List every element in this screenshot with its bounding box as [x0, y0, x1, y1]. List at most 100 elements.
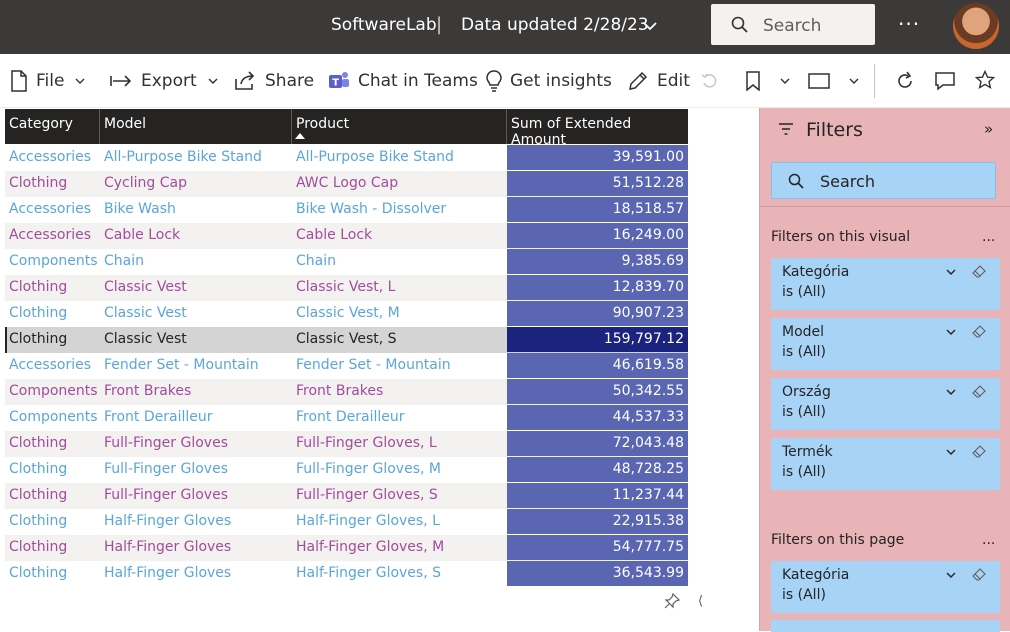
filter-search-input[interactable]: Search — [771, 162, 996, 199]
filter-card[interactable]: Kategória is (All) — [771, 258, 1000, 310]
workspace-name[interactable]: SoftwareLab — [331, 15, 437, 35]
document-icon — [11, 70, 27, 92]
visual-header-icon-partial[interactable]: ⟨ — [698, 594, 703, 609]
clear-filter-icon[interactable] — [972, 265, 986, 279]
cell-amount: 36,543.99 — [507, 561, 688, 586]
table-row[interactable]: Clothing Classic Vest Classic Vest, L 12,83… — [5, 275, 688, 301]
header-category[interactable]: Category — [9, 116, 73, 132]
cell-model: Full-Finger Gloves — [104, 487, 228, 503]
toolbar-divider — [874, 64, 875, 98]
edit-button[interactable]: Edit — [627, 67, 690, 95]
column-divider[interactable] — [291, 109, 292, 144]
chevron-down-icon — [208, 78, 218, 84]
refresh-icon[interactable] — [895, 71, 915, 91]
table-row[interactable]: Clothing Half-Finger Gloves Half-Finger Gl… — [5, 509, 688, 535]
view-button[interactable] — [808, 67, 868, 95]
table-row[interactable]: Clothing Full-Finger Gloves Full-Finger Gl… — [5, 457, 688, 483]
chevron-down-icon[interactable] — [945, 386, 957, 398]
cell-model: All-Purpose Bike Stand — [104, 149, 262, 165]
cell-category: Clothing — [9, 175, 68, 191]
cell-model: Full-Finger Gloves — [104, 435, 228, 451]
chevron-down-icon[interactable] — [945, 326, 957, 338]
cell-product: Classic Vest, M — [296, 305, 400, 321]
section-more-options[interactable]: ... — [982, 532, 995, 548]
lightbulb-icon — [486, 70, 502, 92]
collapse-pane-icon[interactable]: » — [984, 120, 993, 138]
table-row[interactable]: Components Chain Chain 9,385.69 — [5, 249, 688, 275]
cell-product: Classic Vest, S — [296, 331, 397, 347]
table-row[interactable]: Clothing Half-Finger Gloves Half-Finger Gl… — [5, 535, 688, 561]
sort-ascending-icon[interactable] — [295, 133, 305, 139]
search-icon — [731, 16, 748, 33]
clear-filter-icon[interactable] — [972, 445, 986, 459]
share-label: Share — [265, 71, 315, 91]
cell-category: Components — [9, 383, 98, 399]
table-row[interactable]: Clothing Full-Finger Gloves Full-Finger Gl… — [5, 483, 688, 509]
filter-condition: is (All) — [782, 587, 826, 603]
table-row[interactable]: Clothing Half-Finger Gloves Half-Finger Gl… — [5, 561, 688, 587]
cell-product: Front Derailleur — [296, 409, 405, 425]
table-row[interactable]: Accessories Cable Lock Cable Lock 16,249.00 — [5, 223, 688, 249]
table-row[interactable]: Clothing Classic Vest Classic Vest, S 159,7… — [5, 327, 688, 353]
cell-product: Cable Lock — [296, 227, 373, 243]
comment-icon[interactable] — [934, 71, 956, 91]
clear-filter-icon[interactable] — [972, 325, 986, 339]
chevron-down-icon[interactable] — [945, 569, 957, 581]
cell-model: Classic Vest — [104, 279, 187, 295]
file-menu-button[interactable]: File — [10, 67, 94, 95]
clear-filter-icon[interactable] — [972, 385, 986, 399]
header-product[interactable]: Product — [296, 116, 349, 132]
chevron-down-icon — [849, 78, 859, 84]
cell-category: Clothing — [9, 539, 68, 555]
data-updated-label[interactable]: Data updated 2/28/23 — [461, 15, 649, 35]
filter-card[interactable]: Kategória is (All) — [771, 561, 1000, 613]
table-row[interactable]: Clothing Classic Vest Classic Vest, M 90,90… — [5, 301, 688, 327]
search-placeholder: Search — [763, 16, 822, 36]
more-options-icon[interactable]: ··· — [898, 12, 920, 36]
cell-amount: 22,915.38 — [507, 509, 688, 534]
chat-in-teams-button[interactable]: T Chat in Teams — [328, 67, 478, 95]
filter-card[interactable]: Ország is (All) — [771, 378, 1000, 430]
table-row[interactable]: Components Front Brakes Front Brakes 50,342… — [5, 379, 688, 405]
table-row[interactable]: Clothing Full-Finger Gloves Full-Finger Gl… — [5, 431, 688, 457]
filter-condition: is (All) — [782, 404, 826, 420]
filter-card[interactable]: Model is (All) — [771, 318, 1000, 370]
table-row[interactable]: Accessories All-Purpose Bike Stand All-Pur… — [5, 145, 688, 171]
clear-filter-icon[interactable] — [972, 568, 986, 582]
cell-model: Classic Vest — [104, 331, 187, 347]
table-row[interactable]: Accessories Bike Wash Bike Wash - Dissolve… — [5, 197, 688, 223]
export-arrow-icon — [110, 75, 132, 87]
header-amount[interactable]: Sum of Extended Amount — [511, 116, 688, 148]
bookmark-button[interactable] — [745, 67, 799, 95]
bookmark-icon — [746, 71, 760, 91]
cell-product: Half-Finger Gloves, M — [296, 539, 445, 555]
cell-product: Full-Finger Gloves, M — [296, 461, 441, 477]
title-separator: | — [436, 14, 443, 35]
section-more-options[interactable]: ... — [982, 229, 995, 245]
share-button[interactable]: Share — [233, 67, 314, 95]
filter-card[interactable]: Termék is (All) — [771, 438, 1000, 490]
table-row[interactable]: Accessories Fender Set - Mountain Fender S… — [5, 353, 688, 379]
header-model[interactable]: Model — [104, 116, 146, 132]
cell-model: Front Derailleur — [104, 409, 213, 425]
undo-icon[interactable] — [701, 73, 717, 89]
column-divider[interactable] — [506, 109, 507, 144]
filter-condition: is (All) — [782, 284, 826, 300]
export-menu-button[interactable]: Export — [109, 67, 227, 95]
search-box[interactable]: Search — [711, 4, 875, 45]
chevron-down-icon[interactable] — [641, 17, 659, 35]
cell-product: Half-Finger Gloves, S — [296, 565, 441, 581]
table-row[interactable]: Components Front Derailleur Front Deraille… — [5, 405, 688, 431]
pin-visual-icon[interactable] — [664, 593, 680, 609]
filter-field-name: Termék — [782, 444, 833, 460]
chevron-down-icon[interactable] — [945, 266, 957, 278]
chevron-down-icon[interactable] — [945, 446, 957, 458]
cell-amount: 46,619.58 — [507, 353, 688, 378]
table-row[interactable]: Clothing Cycling Cap AWC Logo Cap 51,512.28 — [5, 171, 688, 197]
favorite-star-icon[interactable] — [975, 70, 995, 90]
filter-card-partial[interactable] — [771, 620, 1000, 632]
column-divider[interactable] — [99, 109, 100, 144]
avatar[interactable] — [953, 3, 999, 49]
cell-amount: 54,777.75 — [507, 535, 688, 560]
get-insights-button[interactable]: Get insights — [486, 67, 612, 95]
